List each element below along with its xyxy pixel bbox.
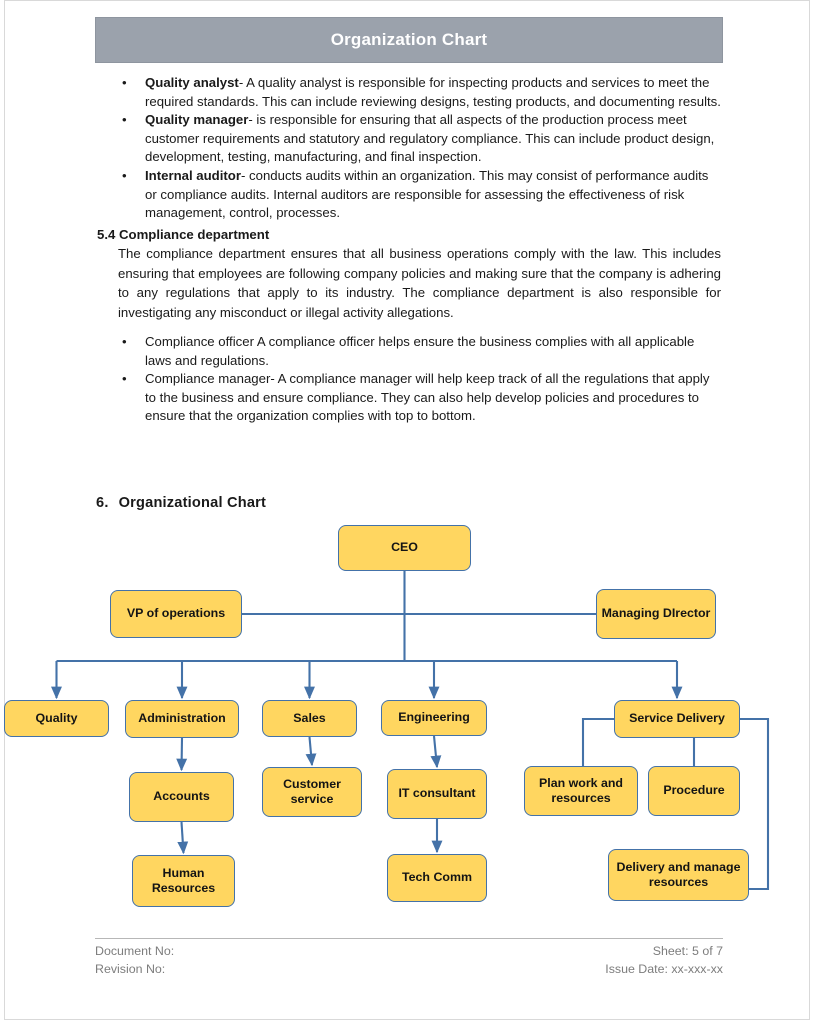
document-header-banner: Organization Chart [95, 17, 723, 63]
org-node-label: Managing DIrector [601, 606, 711, 621]
section-heading-5-4: 5.4 Compliance department [97, 226, 270, 242]
issue-date: Issue Date: xx-xxx-xx [605, 962, 723, 976]
bullet-icon: • [122, 333, 127, 349]
org-node-engineering: Engineering [381, 700, 487, 736]
org-node-label: IT consultant [398, 786, 476, 801]
org-node-label: Administration [138, 711, 226, 726]
footer-divider [95, 938, 723, 939]
compliance-roles-list: • Compliance officer A compliance office… [0, 333, 816, 426]
document-body: • Quality analyst- A quality analyst is … [0, 74, 816, 426]
list-item: • Quality analyst- A quality analyst is … [0, 74, 816, 111]
section-title: Organizational Chart [118, 495, 267, 511]
role-term: Quality analyst [145, 75, 239, 90]
org-node-quality: Quality [4, 700, 109, 737]
org-node-vpops: VP of operations [110, 590, 242, 638]
section-number: 6. [96, 495, 109, 511]
revision-no-label: Revision No: [95, 962, 166, 976]
org-node-label: Engineering [398, 710, 470, 725]
org-node-label: Human Resources [151, 865, 216, 896]
bullet-icon: • [122, 167, 127, 183]
footer-row-bottom: Revision No: Issue Date: xx-xxx-xx [95, 960, 723, 978]
role-description: Compliance officer A compliance officer … [145, 333, 695, 368]
org-node-label: Tech Comm [402, 870, 472, 885]
org-node-ceo: CEO [338, 525, 471, 571]
section-heading-6: 6. Organizational Chart [96, 495, 266, 511]
org-node-label: VP of operations [126, 606, 226, 621]
bullet-icon: • [122, 112, 127, 128]
org-node-techcomm: Tech Comm [387, 854, 487, 902]
role-term: Internal auditor [145, 167, 241, 183]
role-description: Compliance manager- A compliance manager… [145, 371, 710, 424]
org-node-admin: Administration [125, 700, 239, 738]
role-term: Quality manager [145, 112, 249, 128]
org-node-delivmanage: Delivery and manage resources [608, 849, 749, 901]
org-node-custservice: Customer service [262, 767, 362, 817]
org-node-label: Procedure [663, 783, 725, 798]
quality-roles-list: • Quality analyst- A quality analyst is … [0, 74, 816, 223]
document-page: Organization Chart • Quality analyst- A … [0, 0, 816, 1027]
org-node-label: Accounts [153, 789, 210, 804]
list-item: • Compliance officer A compliance office… [0, 333, 816, 370]
org-node-procedure: Procedure [648, 766, 740, 816]
list-item: • Compliance manager- A compliance manag… [0, 370, 816, 426]
document-no-label: Document No: [95, 944, 175, 958]
org-node-label: Delivery and manage resources [616, 859, 741, 890]
document-footer: Document No: Sheet: 5 of 7 Revision No: … [95, 942, 723, 978]
org-node-label: Sales [293, 710, 326, 725]
bullet-icon: • [122, 75, 127, 90]
org-node-svcdelivery: Service Delivery [614, 700, 740, 738]
compliance-paragraph: The compliance department ensures that a… [118, 246, 721, 320]
sheet-number: Sheet: 5 of 7 [652, 944, 723, 958]
org-node-humanres: Human Resources [132, 855, 235, 907]
org-node-accounts: Accounts [129, 772, 234, 822]
bullet-icon: • [122, 371, 127, 387]
org-node-label: Plan work and resources [539, 775, 623, 806]
org-node-sales: Sales [262, 700, 357, 737]
org-node-label: CEO [391, 540, 418, 555]
org-node-mdirector: Managing DIrector [596, 589, 716, 639]
org-node-label: Service Delivery [629, 711, 725, 726]
list-item: • Quality manager- is responsible for en… [0, 111, 816, 167]
org-node-label: Customer service [283, 776, 341, 807]
document-title: Organization Chart [330, 30, 488, 49]
footer-row-top: Document No: Sheet: 5 of 7 [95, 942, 723, 960]
org-node-itconsult: IT consultant [387, 769, 487, 819]
list-item: • Internal auditor- conducts audits with… [0, 167, 816, 223]
org-node-label: Quality [35, 710, 78, 725]
org-node-planwork: Plan work and resources [524, 766, 638, 816]
